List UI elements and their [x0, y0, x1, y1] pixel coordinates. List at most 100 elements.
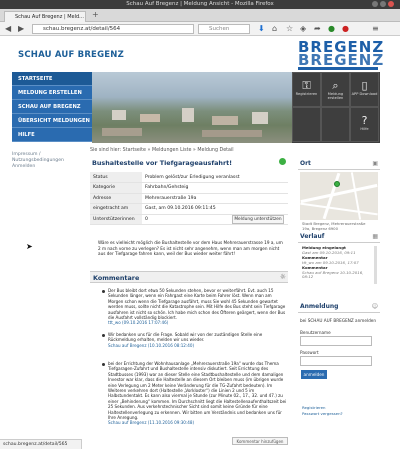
menu-item-schau-auf-bregenz[interactable]: SCHAU AUF BREGENZ	[12, 100, 92, 114]
logo-underline	[298, 67, 378, 70]
nav-bar: ◀ ▶ schau.bregenz.at/detail/564 Suchen ⬇…	[0, 22, 400, 36]
status-bar: schau.bregenz.at/detail/565	[0, 439, 82, 449]
login-header: Anmeldung ☺	[298, 301, 380, 313]
tile-empty-2	[321, 107, 350, 142]
table-row: Status Problem gelöst/zur Erledigung vera…	[90, 172, 288, 183]
comment-item: Der Bus bleibt dort etwa 50 Sekunden ste…	[108, 288, 288, 326]
comment-meta: Schau auf Bregenz (11.10.2016 09:30:48)	[108, 420, 195, 426]
tile-label: Registrieren	[295, 92, 318, 96]
forward-icon[interactable]: ▶	[18, 25, 24, 33]
close-button[interactable]	[388, 1, 394, 7]
comment-meta: ttt_wo (09.10.2016 17:07:46)	[108, 320, 169, 326]
tile-hilfe[interactable]: ? Hilfe	[350, 107, 379, 142]
search-placeholder: Suchen	[209, 26, 230, 32]
menu-icon[interactable]: ≡	[372, 25, 379, 33]
expand-icon[interactable]: ▣	[372, 158, 378, 170]
shield-icon[interactable]: ◈	[300, 25, 306, 33]
timeline-title: Verlauf	[300, 233, 325, 240]
row-value: Mehrerauerstraße 19a	[142, 193, 288, 204]
addon-icon[interactable]: ●	[342, 25, 349, 33]
browser-tab[interactable]: Schau Auf Bregenz | Meld...	[4, 11, 86, 22]
username-field[interactable]	[300, 336, 372, 346]
status-indicator-icon	[279, 158, 286, 165]
menu-item-hilfe[interactable]: HILFE	[12, 128, 92, 142]
row-key: Kategorie	[90, 182, 142, 194]
login-title: Anmeldung	[300, 303, 339, 310]
download-icon[interactable]: ⬇	[258, 25, 265, 33]
row-value: Problem gelöst/zur Erledigung veranlasst	[142, 172, 288, 183]
menu-item-meldung-erstellen[interactable]: MELDUNG ERSTELLEN	[12, 86, 92, 100]
extension-icon[interactable]: ●	[328, 25, 335, 33]
login-form: bei SCHAU AUF BREGENZ anmelden Benutzern…	[300, 318, 376, 379]
timeline-list: Meldung eingelangt Gast am 09.10.2016, 0…	[302, 245, 374, 280]
comment-text: Wir bedanken uns für die Frage. Sobald w…	[108, 332, 263, 343]
login-intro: bei SCHAU AUF BREGENZ anmelden	[300, 318, 376, 323]
back-icon[interactable]: ◀	[5, 25, 11, 33]
timeline-item-sub: Schau auf Bregenz 10.10.2016, 08:12	[302, 269, 364, 280]
tile-label: Meldung erstellen	[327, 92, 344, 100]
window-titlebar: Schau Auf Bregenz | Meldung Ansicht - Mo…	[0, 0, 400, 9]
map-title: Ort	[300, 160, 311, 167]
city-photo	[92, 72, 292, 143]
row-key: Unterstützerinnen	[90, 214, 142, 225]
link-anmelden[interactable]: Anmelden	[12, 164, 88, 170]
password-field[interactable]	[300, 356, 372, 366]
calendar-icon: ▦	[372, 233, 378, 240]
row-value: Fahrbahn/Gehsteig	[142, 182, 288, 194]
location-map[interactable]	[300, 172, 378, 220]
login-button[interactable]: anmelden	[301, 370, 327, 379]
minimize-button[interactable]	[372, 1, 378, 7]
comment-meta: Schau auf Bregenz (10.10.2016 08:12:40)	[108, 342, 195, 348]
maximize-button[interactable]	[380, 1, 386, 7]
home-icon[interactable]: ⌂	[272, 25, 277, 33]
timeline-scrollbar[interactable]	[374, 246, 377, 284]
tile-label: Hilfe	[360, 127, 369, 131]
site-title[interactable]: SCHAU AUF BREGENZ	[18, 50, 124, 60]
bookmark-icon[interactable]: ☆	[286, 25, 293, 33]
url-bar[interactable]: schau.bregenz.at/detail/564	[32, 24, 194, 34]
comments-title: Kommentare	[93, 274, 140, 282]
user-icon: ☺	[371, 303, 378, 310]
report-description: Wäre es vielleicht möglich die Bushaltes…	[98, 240, 283, 256]
row-key: Status	[90, 172, 142, 183]
new-tab-button[interactable]: +	[92, 10, 99, 19]
login-links: Registrieren Passwort vergessen?	[302, 405, 343, 416]
tab-label: Schau Auf Bregenz | Meld...	[15, 14, 84, 20]
map-pin-icon[interactable]	[334, 181, 340, 187]
support-button[interactable]: Meldung unterstützen	[232, 215, 284, 224]
url-text: schau.bregenz.at/detail/564	[43, 26, 121, 32]
row-key: Adresse	[90, 193, 142, 204]
comments-header: Kommentare ☼	[90, 271, 288, 283]
search-icon: ⌕	[332, 79, 339, 92]
key-icon: ⚿	[302, 79, 311, 92]
map-caption: Stadt Bregenz, Mehrerauerstraße 19a, Bre…	[302, 221, 366, 231]
tab-bar: Schau Auf Bregenz | Meld... +	[0, 9, 400, 22]
quick-tiles: ⚿ Registrieren ⌕ Meldung erstellen ▯ APP…	[292, 72, 380, 143]
window-title: Schau Auf Bregenz | Meldung Ansicht - Mo…	[126, 1, 274, 7]
mouse-cursor-icon: ➤	[26, 242, 33, 251]
help-icon: ?	[361, 114, 368, 127]
breadcrumb[interactable]: Sie sind hier: Startseite » Meldungen Li…	[90, 148, 234, 153]
forgot-password-link[interactable]: Passwort vergessen?	[302, 411, 343, 417]
row-value: Gast, am 09.10.2016 09:11:45	[142, 203, 288, 215]
table-row: Adresse Mehrerauerstraße 19a	[90, 193, 288, 204]
comment-text: Der Bus bleibt dort etwa 50 Sekunden ste…	[108, 288, 286, 321]
add-comment-button[interactable]: Kommentar hinzufügen	[232, 437, 288, 445]
bregenz-logo-reflection: BREGENZ	[298, 51, 385, 69]
table-row: eingetracht am Gast, am 09.10.2016 09:11:…	[90, 203, 288, 215]
row-key: eingetracht am	[90, 203, 142, 215]
menu-item-startseite[interactable]: STARTSEITE	[12, 72, 92, 86]
search-input[interactable]: Suchen	[198, 24, 250, 34]
share-icon[interactable]: ➦	[314, 25, 321, 33]
menu-item-uebersicht[interactable]: ÜBERSICHT MELDUNGEN	[12, 114, 92, 128]
tile-empty-1	[292, 107, 321, 142]
comment-item: bei der Errichtung der Wohnhausanlage „M…	[108, 361, 288, 426]
report-title: Bushaltestelle vor Tiefgarageausfahrt!	[92, 159, 233, 167]
lightbulb-icon: ☼	[279, 273, 286, 281]
tile-app[interactable]: ▯ APP Download	[350, 72, 379, 107]
tile-registrieren[interactable]: ⚿ Registrieren	[292, 72, 321, 107]
tile-meldung[interactable]: ⌕ Meldung erstellen	[321, 72, 350, 107]
tile-label: APP Download	[351, 92, 378, 96]
footer-links: Impressum / Nutzungsbedingungen Anmelden	[12, 152, 88, 170]
comment-item: Wir bedanken uns für die Frage. Sobald w…	[108, 332, 288, 348]
